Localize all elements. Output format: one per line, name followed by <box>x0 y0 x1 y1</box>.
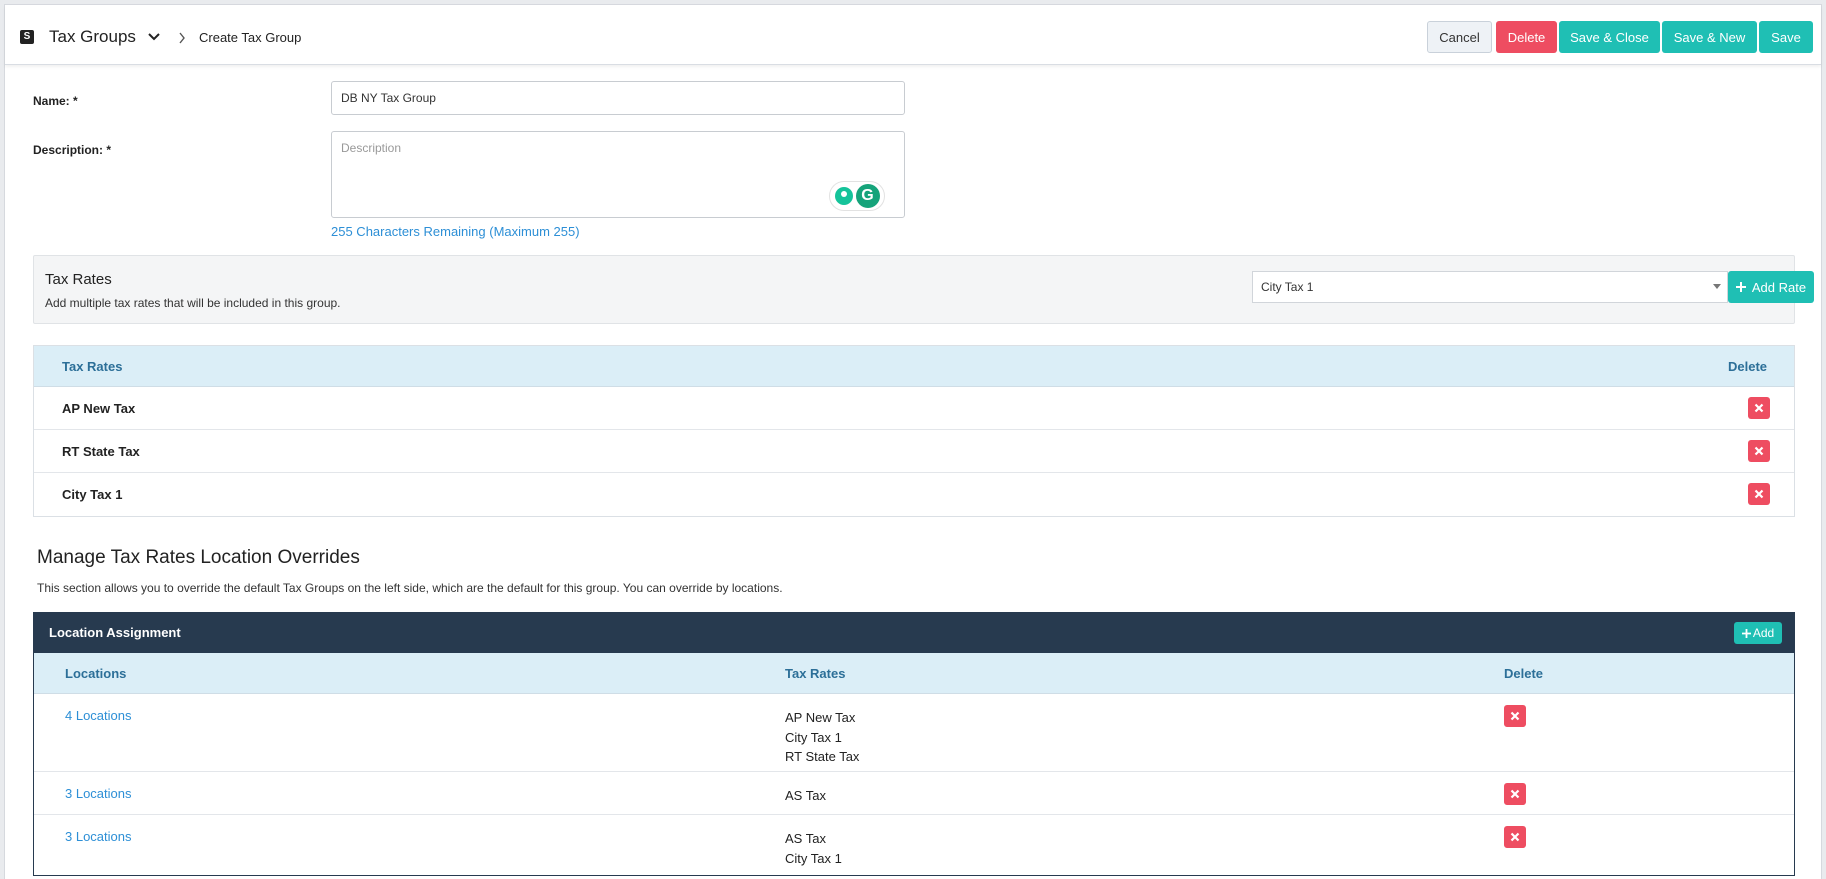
delete-row-icon[interactable] <box>1504 783 1526 805</box>
tax-rate-item: City Tax 1 <box>785 729 842 745</box>
locations-link[interactable]: 3 Locations <box>65 786 132 801</box>
save-new-button[interactable]: Save & New <box>1662 21 1757 53</box>
tax-rate-item: AP New Tax <box>785 710 856 725</box>
delete-button[interactable]: Delete <box>1496 21 1557 53</box>
tax-rate-item: City Tax 1 <box>785 850 842 866</box>
app-logo-icon: S <box>20 30 34 44</box>
breadcrumb-current: Create Tax Group <box>199 30 302 45</box>
add-location-button[interactable]: Add <box>1734 622 1782 644</box>
add-rate-button[interactable]: Add Rate <box>1728 271 1814 303</box>
row-tax-rates: AP New Tax City Tax 1 RT State Tax <box>785 708 859 767</box>
row-tax-rates: AS Tax City Tax 1 <box>785 829 842 868</box>
add-location-label: Add <box>1752 626 1775 640</box>
delete-row-icon[interactable] <box>1748 440 1770 462</box>
tax-rates-table: Tax Rates Delete AP New Tax RT State Tax… <box>33 345 1795 517</box>
table-row: 3 Locations AS Tax City Tax 1 <box>34 815 1794 875</box>
name-input[interactable]: DB NY Tax Group <box>331 81 905 115</box>
table-row: RT State Tax <box>34 430 1794 473</box>
tax-rate-item: AS Tax <box>785 788 826 803</box>
locations-link[interactable]: 3 Locations <box>65 829 132 844</box>
tax-rates-subtitle: Add multiple tax rates that will be incl… <box>45 296 341 310</box>
tax-rates-panel: Tax Rates Add multiple tax rates that wi… <box>33 255 1814 324</box>
grammarly-widget[interactable]: G <box>829 181 885 211</box>
tax-rate-item: RT State Tax <box>785 749 860 764</box>
table-row: City Tax 1 <box>34 473 1794 516</box>
add-rate-label: Add Rate <box>1751 279 1807 295</box>
save-button[interactable]: Save <box>1759 21 1813 53</box>
locations-link[interactable]: 4 Locations <box>65 708 132 723</box>
table-row: AP New Tax <box>34 387 1794 430</box>
col-tax-rates: Tax Rates <box>62 359 123 374</box>
overrides-title: Manage Tax Rates Location Overrides <box>37 547 360 568</box>
plus-icon <box>1735 282 1746 292</box>
delete-row-icon[interactable] <box>1504 826 1526 848</box>
tax-rate-name: RT State Tax <box>62 444 140 459</box>
table-row: 4 Locations AP New Tax City Tax 1 RT Sta… <box>34 694 1794 772</box>
save-close-button[interactable]: Save & Close <box>1559 21 1660 53</box>
tax-rate-select[interactable]: City Tax 1 <box>1252 271 1728 303</box>
lightbulb-icon[interactable] <box>834 187 853 205</box>
caret-down-icon <box>1713 284 1721 289</box>
location-assignment-title: Location Assignment <box>49 625 181 640</box>
col-tax-rates: Tax Rates <box>785 666 846 681</box>
location-table-header: Locations Tax Rates Delete <box>34 653 1794 694</box>
plus-icon <box>1741 628 1751 638</box>
chevron-right-icon <box>179 32 185 44</box>
description-label: Description: * <box>33 143 112 157</box>
tax-rate-name: City Tax 1 <box>62 487 123 502</box>
tax-rate-name: AP New Tax <box>62 401 136 416</box>
delete-row-icon[interactable] <box>1504 705 1526 727</box>
description-textarea[interactable]: Description <box>331 131 905 218</box>
tax-rates-title: Tax Rates <box>45 271 112 288</box>
col-delete: Delete <box>1504 666 1544 681</box>
chars-remaining: 255 Characters Remaining (Maximum 255) <box>331 224 580 239</box>
col-delete: Delete <box>1728 359 1768 374</box>
name-label: Name: * <box>33 94 78 108</box>
row-tax-rates: AS Tax <box>785 786 826 806</box>
overrides-subtitle: This section allows you to override the … <box>37 581 783 595</box>
top-header: S Tax Groups Create Tax Group Cancel Del… <box>5 5 1821 65</box>
table-row: 3 Locations AS Tax <box>34 772 1794 815</box>
location-assignment-table: Location Assignment Add Locations Tax Ra… <box>33 612 1795 876</box>
delete-row-icon[interactable] <box>1748 397 1770 419</box>
grammarly-icon[interactable]: G <box>855 184 880 208</box>
col-locations: Locations <box>65 666 127 681</box>
cancel-button[interactable]: Cancel <box>1427 21 1492 53</box>
tax-rate-select-value: City Tax 1 <box>1261 280 1314 294</box>
delete-row-icon[interactable] <box>1748 483 1770 505</box>
tax-rates-table-header: Tax Rates Delete <box>34 346 1794 387</box>
tax-rate-item: AS Tax <box>785 831 826 846</box>
location-assignment-bar: Location Assignment Add <box>34 613 1794 653</box>
module-title[interactable]: Tax Groups <box>49 27 136 47</box>
app-window: S Tax Groups Create Tax Group Cancel Del… <box>4 4 1822 879</box>
chevron-down-icon[interactable] <box>148 32 160 42</box>
